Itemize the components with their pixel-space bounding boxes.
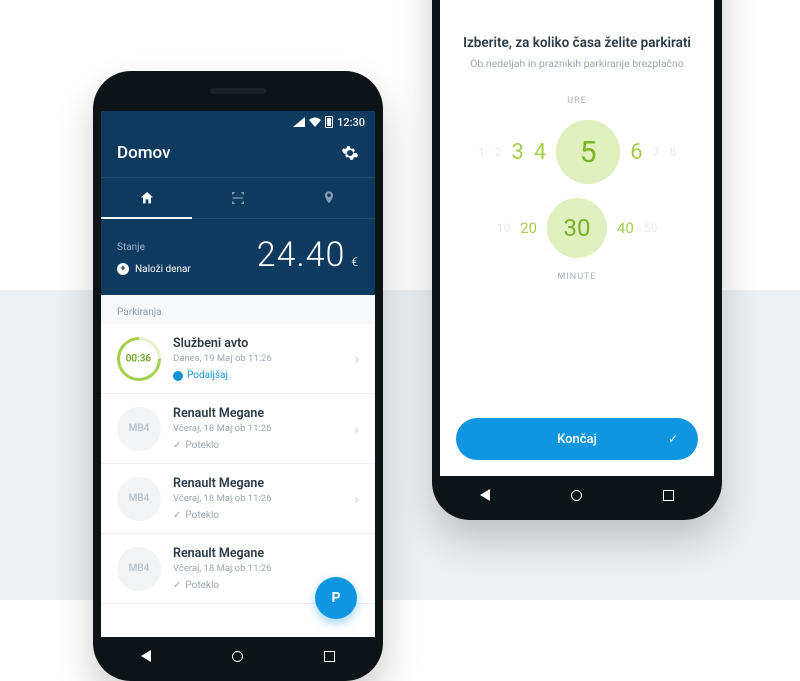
scan-icon [230,190,246,206]
back-arrow-icon[interactable]: ← [454,0,472,5]
battery-icon [325,116,333,128]
home-icon [139,190,155,206]
gear-icon[interactable] [341,144,359,162]
pin-icon [321,190,337,206]
parking-list: 00:36 Službeni avto Danes, 19 Maj ob 11:… [101,324,375,637]
zone-badge: MB4 [117,407,161,451]
list-item[interactable]: MB4 Renault Megane Včeraj, 18 Maj ob 11:… [101,464,375,534]
phone-home: 12:30 Domov [93,71,383,681]
status-bar: 12:30 [101,111,375,133]
header: Domov Stanje [101,133,375,295]
minutes-selected: 30 [547,198,607,258]
finish-button[interactable]: Končaj ✓ [456,418,698,460]
zone-badge: MB4 [117,547,161,591]
android-nav [440,478,714,512]
page-title: Domov [117,143,171,163]
check-icon: ✓ [173,440,181,451]
load-money-button[interactable]: + Naloži denar [117,263,191,275]
item-title: Renault Megane [173,546,359,561]
list-item[interactable]: 00:36 Službeni avto Danes, 19 Maj ob 11:… [101,324,375,394]
chevron-right-icon: › [354,419,359,438]
minutes-label: MINUTE [456,272,698,282]
phone-time-picker: 12:30 ← Čas Izberite, za koliko časa žel… [432,0,722,520]
nav-back-icon[interactable] [480,489,490,501]
hours-selected: 5 [556,120,620,184]
chevron-right-icon: › [354,349,359,368]
check-icon: ✓ [668,432,678,446]
item-sub: Danes, 19 Maj ob 11:26 [173,353,342,364]
balance-label: Stanje [117,242,191,253]
extend-button[interactable]: Podaljšaj [173,370,342,381]
item-title: Službeni avto [173,336,342,351]
header: ← Čas [440,0,714,17]
status-expired: ✓Poteklo [173,510,342,521]
nav-recent-icon[interactable] [663,490,674,501]
timer-badge: 00:36 [108,327,170,389]
item-sub: Včeraj, 18 Maj ob 11:26 [173,423,342,434]
nav-recent-icon[interactable] [324,651,335,662]
tab-scan[interactable] [192,178,283,218]
page-title: Čas [488,0,515,4]
plus-icon: + [117,263,129,275]
nav-home-icon[interactable] [571,490,582,501]
section-label: Parkiranja [101,295,375,324]
tab-home[interactable] [101,178,192,218]
status-expired: ✓Poteklo [173,440,342,451]
signal-icon [293,117,305,127]
hours-picker[interactable]: 1 2 3 4 5 6 7 8 [456,120,698,184]
wifi-icon [309,117,321,127]
chevron-right-icon: › [354,489,359,508]
nav-home-icon[interactable] [232,651,243,662]
balance-amount: 24.40 € [257,235,359,275]
check-icon: ✓ [173,510,181,521]
clock-icon [173,371,183,381]
item-sub: Včeraj, 18 Maj ob 11:26 [173,563,359,574]
list-item[interactable]: MB4 Renault Megane Včeraj, 18 Maj ob 11:… [101,394,375,464]
fab-park-button[interactable]: P [315,577,357,619]
zone-badge: MB4 [117,477,161,521]
nav-back-icon[interactable] [141,650,151,662]
check-icon: ✓ [173,580,181,591]
item-title: Renault Megane [173,476,342,491]
headline: Izberite, za koliko časa želite parkirat… [456,35,698,51]
tabs [101,177,375,219]
status-time: 12:30 [337,116,365,129]
android-nav [101,639,375,673]
minutes-picker[interactable]: 10 20 30 40 50 [456,198,698,258]
item-title: Renault Megane [173,406,342,421]
hours-label: URE [456,96,698,106]
subline: Ob nedeljah in praznikih parkiranje brez… [456,57,698,70]
item-sub: Včeraj, 18 Maj ob 11:26 [173,493,342,504]
tab-map[interactable] [284,178,375,218]
